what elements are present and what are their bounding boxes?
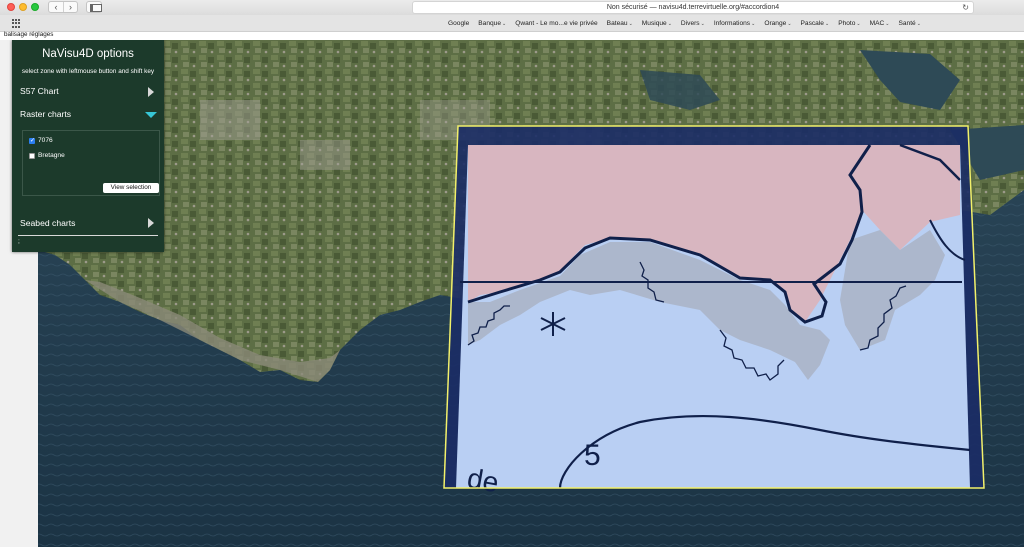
favorite-item[interactable]: Qwant - Le mo...e vie privée — [515, 20, 597, 27]
favorite-label: Orange — [764, 20, 787, 27]
favorite-item[interactable]: Santé⌄ — [898, 20, 920, 27]
favorite-label: Banque — [478, 20, 501, 27]
favorite-label: Bateau — [606, 20, 628, 27]
raster-item-bretagne[interactable]: Bretagne — [29, 152, 65, 159]
minimize-window-button[interactable] — [19, 3, 27, 11]
favorite-item[interactable]: Pascale⌄ — [801, 20, 830, 27]
favorite-item[interactable]: Google — [448, 20, 469, 27]
favorite-label: Musique — [641, 20, 667, 27]
maximize-window-button[interactable] — [31, 3, 39, 11]
chevron-down-icon: ⌄ — [667, 21, 672, 27]
checkbox-bretagne[interactable] — [29, 152, 35, 159]
panel-divider — [18, 235, 158, 236]
navisu-options-panel: NaVisu4D options select zone with leftmo… — [12, 40, 164, 252]
history-nav: ‹ › — [48, 1, 78, 13]
favorite-label: Pascale — [800, 20, 824, 27]
panel-instruction: select zone with leftmouse button and sh… — [21, 68, 155, 75]
chevron-down-icon: ⌄ — [787, 21, 792, 27]
favorite-label: MAC — [869, 20, 885, 27]
favorites-list: Google Banque⌄ Qwant - Le mo...e vie privé… — [448, 15, 921, 32]
favorite-label: Divers — [680, 20, 700, 27]
favorite-label: Google — [448, 20, 470, 27]
favorite-item[interactable]: Bateau⌄ — [607, 20, 633, 27]
map-view[interactable]: 5 de NaVisu4D options select zone with l… — [0, 40, 1024, 547]
chevron-down-icon: ⌄ — [856, 21, 861, 27]
raster-item-7076[interactable]: 7076 — [29, 137, 53, 144]
page-top-strip: balisage réglages — [0, 31, 1024, 40]
view-selection-button[interactable]: View selection — [103, 183, 159, 193]
favorite-label: Informations — [713, 20, 751, 27]
chevron-down-icon: ⌄ — [751, 21, 756, 27]
seabed-expand-arrow-icon[interactable] — [148, 218, 154, 228]
apps-grid-icon[interactable] — [12, 19, 21, 28]
favorite-item[interactable]: Informations⌄ — [714, 20, 756, 27]
address-bar[interactable]: Non sécurisé — navisu4d.terrevirtuelle.o… — [412, 1, 974, 14]
favorite-label: Photo — [838, 20, 856, 27]
raster-collapse-arrow-icon[interactable] — [145, 112, 157, 118]
checkbox-7076[interactable] — [29, 137, 35, 144]
chevron-down-icon: ⌄ — [502, 21, 507, 27]
s57-expand-arrow-icon[interactable] — [148, 87, 154, 97]
page-top-text: balisage réglages — [4, 31, 54, 38]
chevron-down-icon: ⌄ — [916, 21, 921, 27]
raster-charts-header[interactable]: Raster charts — [20, 109, 71, 119]
panel-footer-text: ; — [18, 238, 20, 245]
close-window-button[interactable] — [7, 3, 15, 11]
raster-item-label: Bretagne — [38, 152, 65, 159]
chevron-down-icon: ⌄ — [885, 21, 890, 27]
chevron-down-icon: ⌄ — [700, 21, 705, 27]
chevron-down-icon: ⌄ — [628, 21, 633, 27]
favorite-item[interactable]: Musique⌄ — [642, 20, 672, 27]
browser-titlebar: ‹ › Non sécurisé — navisu4d.terrevirtuel… — [0, 0, 1024, 15]
s57-chart-header[interactable]: S57 Chart — [20, 86, 59, 96]
panel-title: NaVisu4D options — [42, 48, 134, 60]
sidebar-toggle-button[interactable] — [86, 1, 102, 13]
raster-charts-list: 7076 Bretagne View selection — [22, 130, 160, 196]
favorite-item[interactable]: Banque⌄ — [478, 20, 506, 27]
raster-item-label: 7076 — [38, 137, 53, 144]
back-button[interactable]: ‹ — [49, 2, 63, 12]
seabed-charts-header[interactable]: Seabed charts — [20, 218, 75, 228]
depth-label: 5 — [584, 439, 601, 472]
favorite-item[interactable]: Divers⌄ — [681, 20, 705, 27]
favorite-item[interactable]: MAC⌄ — [870, 20, 890, 27]
favorite-item[interactable]: Orange⌄ — [764, 20, 791, 27]
reload-icon[interactable]: ↻ — [962, 2, 969, 13]
favorite-item[interactable]: Photo⌄ — [838, 20, 860, 27]
forward-button[interactable]: › — [63, 2, 77, 12]
url-text: Non sécurisé — navisu4d.terrevirtuelle.o… — [606, 4, 780, 11]
favorite-label: Qwant - Le mo...e vie privée — [515, 20, 598, 27]
chevron-down-icon: ⌄ — [824, 21, 830, 27]
favorite-label: Santé — [898, 20, 916, 27]
chart-text-fragment: de — [465, 462, 501, 498]
favorites-bar: Google Banque⌄ Qwant - Le mo...e vie privé… — [0, 15, 1024, 32]
